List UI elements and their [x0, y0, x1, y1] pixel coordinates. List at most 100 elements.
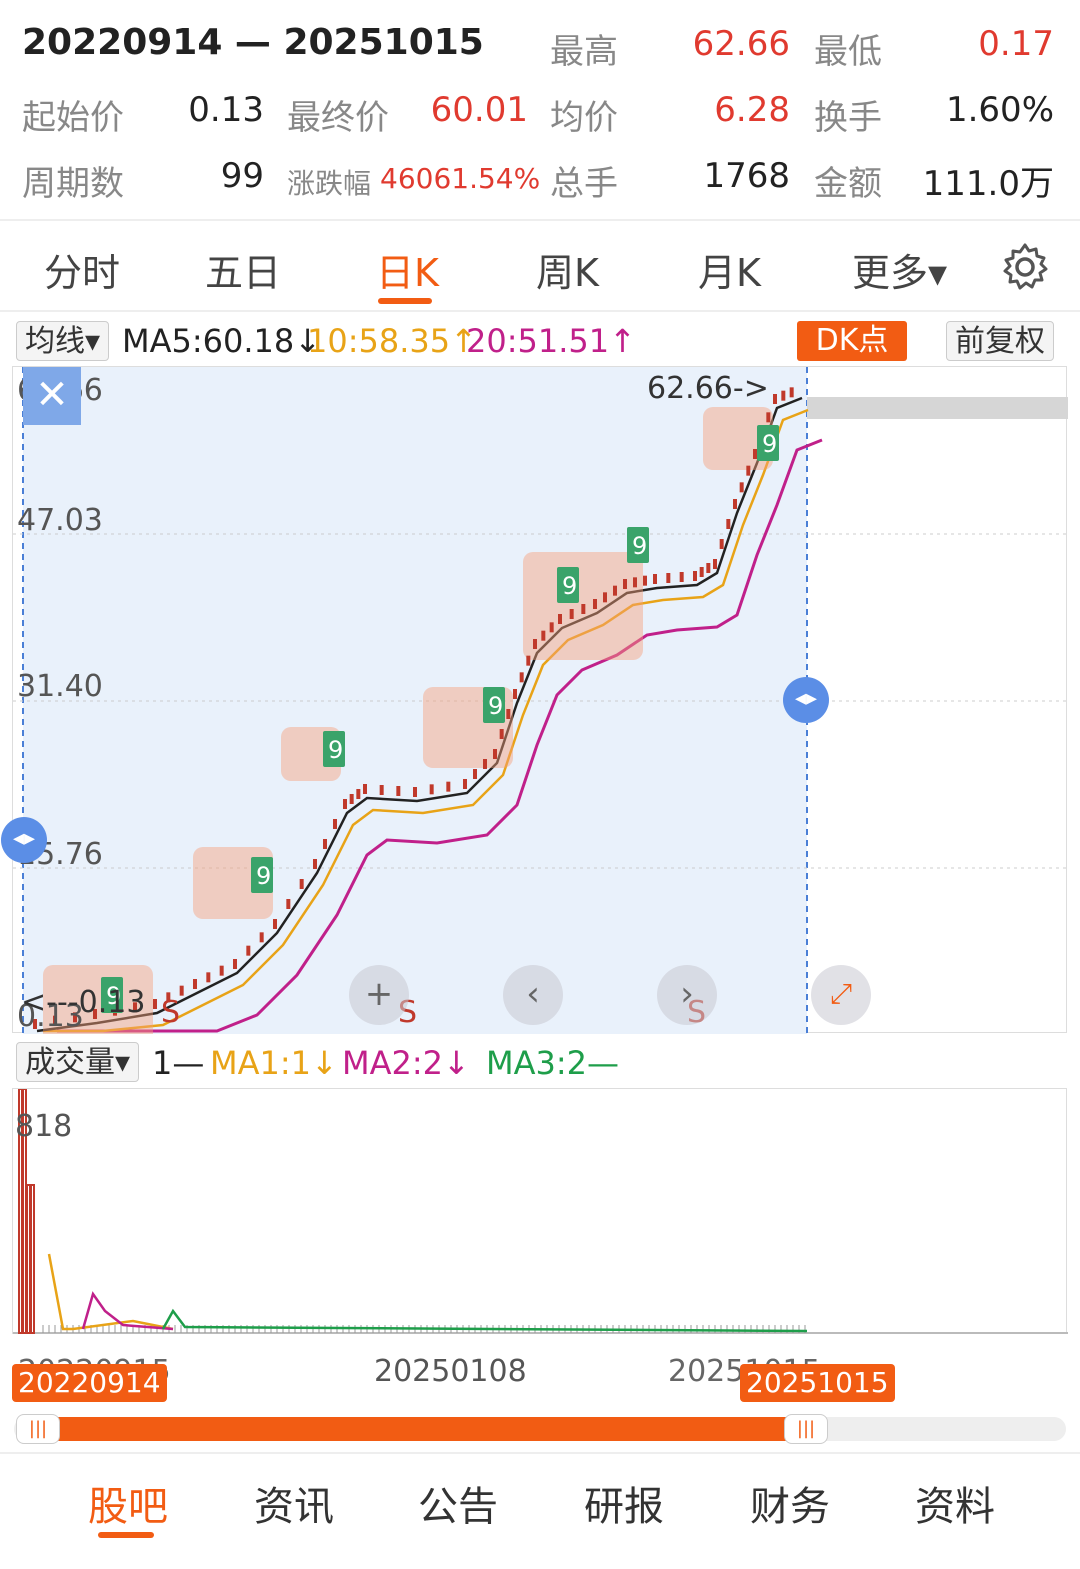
candle [623, 579, 627, 589]
candle [513, 689, 517, 699]
candle [541, 630, 546, 641]
close-label: 最终价 [287, 98, 389, 138]
candle [349, 794, 354, 804]
chevron-left-icon[interactable]: ‹ [503, 965, 563, 1025]
candle [429, 784, 434, 795]
nav-research[interactable]: 研报 [584, 1474, 664, 1532]
nine-signal-label: 9 [562, 572, 577, 600]
close-value: 60.01 [430, 90, 528, 130]
candle [506, 709, 511, 719]
volume-selector[interactable]: 成交量▾ [16, 1042, 140, 1082]
turnover-label: 换手 [814, 98, 882, 138]
candle [699, 567, 704, 577]
amount-value: 111.0万 [922, 164, 1054, 204]
low-value: 0.17 [978, 24, 1054, 64]
active-nav-indicator [98, 1532, 154, 1538]
candle [363, 784, 367, 794]
candle [379, 785, 384, 795]
candle [153, 999, 157, 1009]
range-handle-end[interactable]: ||| [784, 1414, 828, 1444]
candle [499, 729, 504, 739]
candle [726, 519, 731, 529]
date-tick-mid: 20250108 [374, 1354, 527, 1389]
vol-ma1-line [47, 1253, 174, 1331]
candle [766, 412, 771, 423]
range-start-tag: 20220914 [12, 1364, 167, 1402]
candle [333, 819, 337, 829]
vol-ma3-label: MA3:2— [486, 1044, 619, 1082]
tab-intraday[interactable]: 分时 [44, 242, 120, 297]
candle [193, 979, 197, 989]
chevron-right-icon[interactable]: › [657, 965, 717, 1025]
period-tabs: 分时 五日 日K 周K 月K 更多▾ [0, 222, 1080, 310]
candle [286, 899, 291, 909]
nav-profile[interactable]: 资料 [915, 1474, 995, 1532]
high-value: 62.66 [692, 24, 790, 64]
divider [0, 310, 1080, 312]
tab-more[interactable]: 更多▾ [852, 242, 947, 297]
candle [789, 387, 794, 398]
low-marker: <---0.13 [21, 985, 146, 1020]
candle [463, 779, 467, 789]
nav-guba[interactable]: 股吧 [88, 1474, 168, 1532]
change-label: 涨跌幅 [287, 167, 372, 200]
volume-axis-max: 818 [15, 1109, 73, 1144]
tab-weekly-k[interactable]: 周K [536, 242, 599, 297]
volume-label: 总手 [550, 164, 618, 204]
zoom-in-icon[interactable]: + [349, 965, 409, 1025]
high-marker: 62.66-> [647, 371, 769, 406]
dk-point-button[interactable]: DK点 [797, 321, 907, 361]
nav-announcements[interactable]: 公告 [418, 1474, 498, 1532]
nav-news[interactable]: 资讯 [254, 1474, 334, 1532]
candle [526, 655, 531, 666]
candle [558, 614, 562, 624]
volume-legend-row: 成交量▾ 1— MA1:1↓ MA2:2↓ MA3:2— [0, 1040, 1080, 1086]
kline-chart[interactable]: 9999999 62.66 47.03 31.40 15.76 0.13 ✕ 6… [1, 366, 1068, 1034]
volume-value: 1768 [703, 156, 790, 196]
candle [246, 945, 251, 956]
price-adjust-button[interactable]: 前复权 [946, 321, 1054, 361]
candle [356, 789, 361, 799]
gear-icon[interactable] [1000, 242, 1050, 292]
candle [323, 839, 327, 849]
ma10-label: 10:58.35↑ [307, 322, 477, 360]
candle [666, 573, 671, 583]
candle [693, 571, 697, 581]
date-range: 20220914 — 20251015 [22, 22, 484, 63]
candle [733, 499, 737, 509]
turnover-value: 1.60% [945, 90, 1054, 130]
active-tab-indicator [378, 298, 432, 304]
close-icon[interactable]: ✕ [23, 367, 81, 425]
price-tick: 47.03 [17, 503, 103, 538]
range-handle-right-icon[interactable]: ◂▸ [783, 677, 829, 723]
candle [533, 639, 537, 649]
volume-bar [30, 1184, 35, 1334]
candle [313, 859, 317, 869]
periods-label: 周期数 [22, 164, 124, 204]
nav-finance[interactable]: 财务 [750, 1474, 830, 1532]
range-handle-left-icon[interactable]: ◂▸ [1, 817, 47, 863]
amount-label: 金额 [814, 164, 882, 204]
open-label: 起始价 [22, 98, 124, 138]
vol-ma1-label: MA1:1↓ [210, 1044, 338, 1082]
range-slider[interactable]: ||| ||| [14, 1414, 1066, 1444]
candle [713, 559, 717, 569]
vol-ma3-line [161, 1308, 808, 1333]
tab-monthly-k[interactable]: 月K [698, 242, 761, 297]
vol-ma2-line [81, 1291, 174, 1331]
candle [233, 959, 237, 969]
tab-five-day[interactable]: 五日 [205, 242, 281, 297]
range-handle-start[interactable]: ||| [16, 1414, 60, 1444]
tab-daily-k[interactable]: 日K [376, 242, 439, 297]
candle [483, 759, 487, 769]
candle [273, 919, 277, 929]
volume-value: 1— [152, 1044, 205, 1082]
expand-icon[interactable]: ⤢ [811, 965, 871, 1025]
nine-signal-label: 9 [488, 692, 503, 720]
candle [593, 599, 597, 609]
candle [706, 563, 711, 573]
candle [549, 622, 554, 633]
ma-selector[interactable]: 均线▾ [16, 321, 110, 361]
candle [753, 449, 757, 459]
candle [603, 592, 607, 603]
